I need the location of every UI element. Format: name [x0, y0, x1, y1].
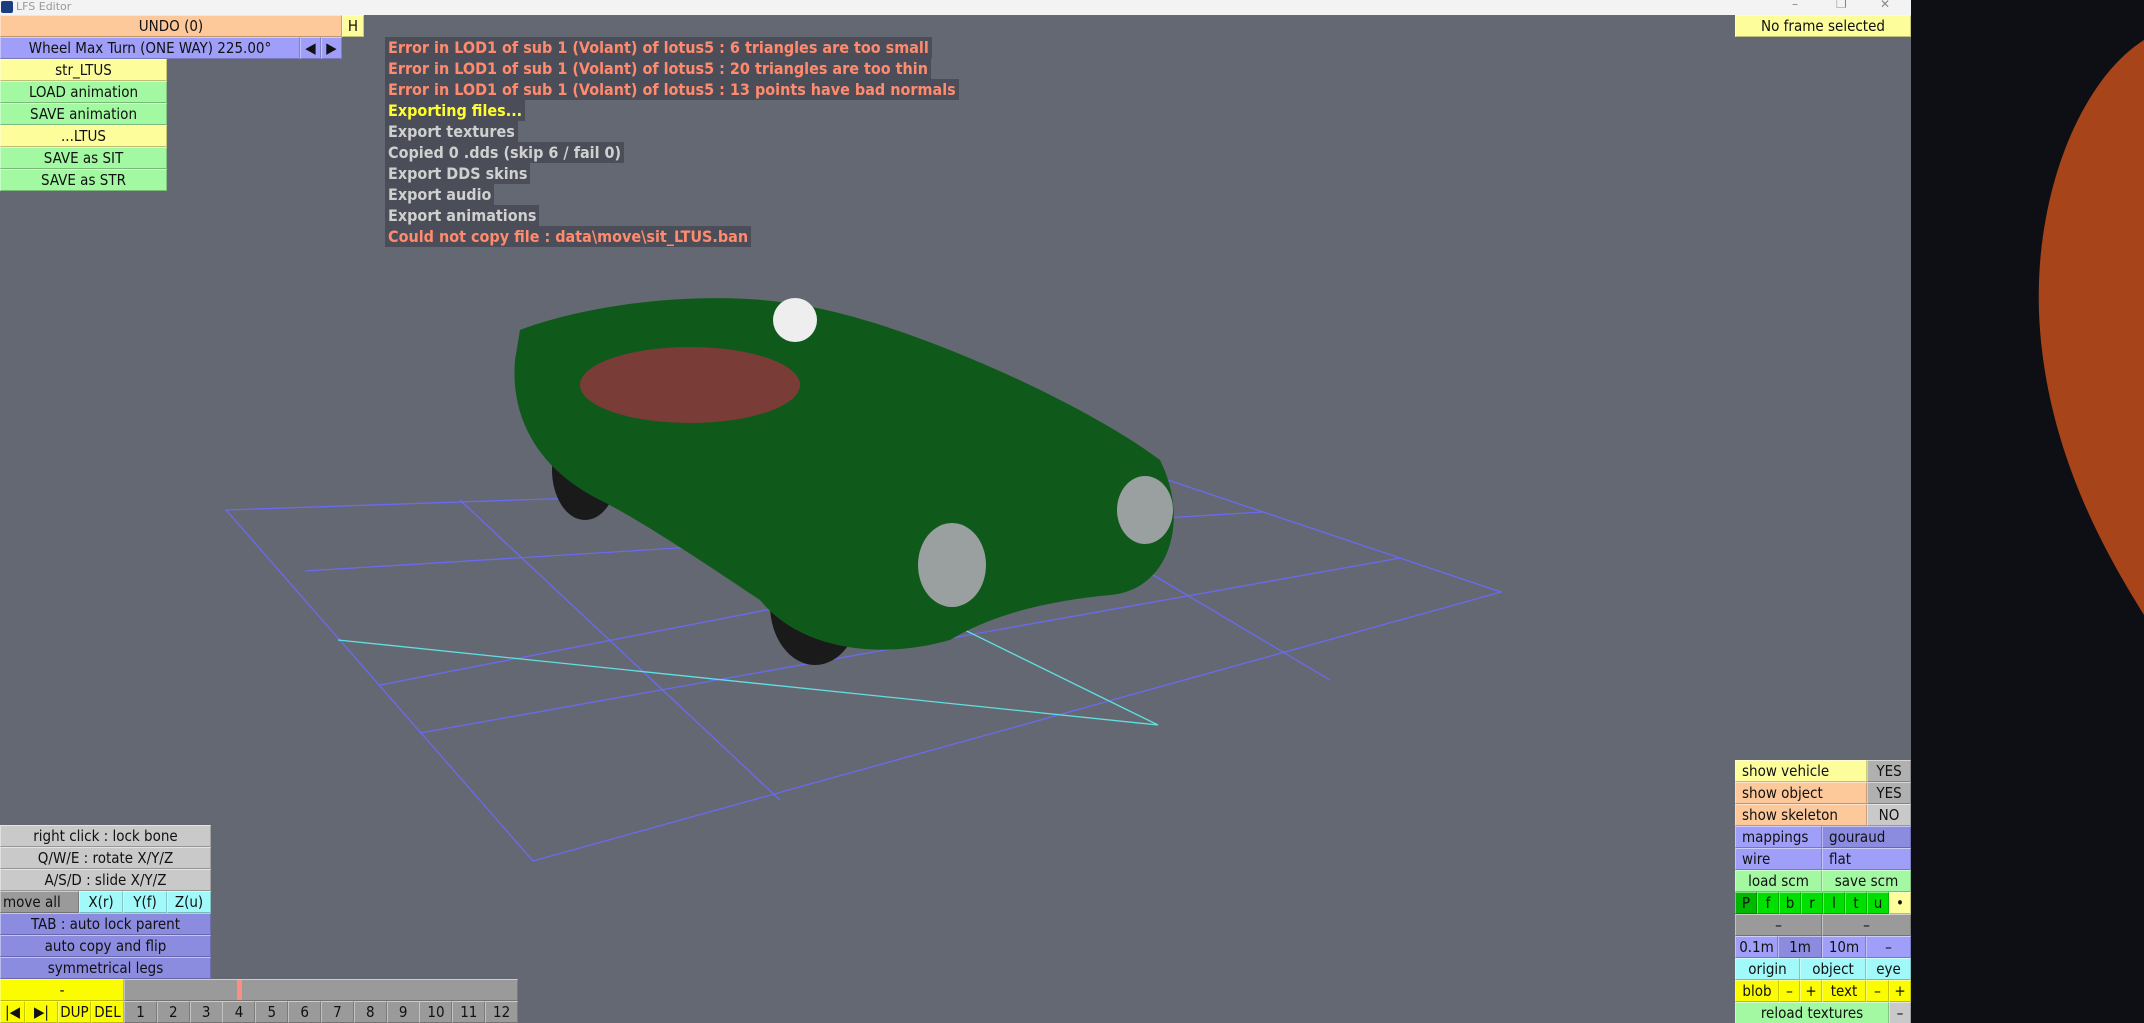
log-line: Error in LOD1 of sub 1 (Volant) of lotus… — [385, 37, 932, 58]
reload-minus-button[interactable]: – — [1889, 1002, 1911, 1023]
move-all-button[interactable]: move all — [0, 891, 79, 913]
reload-textures-button[interactable]: reload textures — [1735, 1002, 1889, 1023]
log-line: Copied 0 .dds (skip 6 / fail 0) — [385, 142, 625, 163]
hint-rotate: Q/W/E : rotate X/Y/Z — [0, 847, 211, 869]
hint-slide: A/S/D : slide X/Y/Z — [0, 869, 211, 891]
lfs-editor-window: LFS Editor – ❐ ✕ UNDO (0) H Wheel Max Tu… — [0, 0, 1911, 1023]
log-line: Export audio — [385, 184, 495, 205]
duplicate-frame-button[interactable]: DUP — [58, 1001, 91, 1023]
minus-button-right[interactable]: – — [1822, 914, 1911, 936]
frame-name-field[interactable]: - — [0, 979, 124, 1001]
axis-y-button[interactable]: Y(f) — [123, 891, 167, 913]
show-skeleton-toggle[interactable]: NO — [1867, 804, 1911, 826]
log-line: Export DDS skins — [385, 163, 531, 184]
view-right-button[interactable]: r — [1801, 892, 1823, 914]
flat-button[interactable]: flat — [1822, 848, 1911, 870]
origin-button[interactable]: origin — [1735, 958, 1800, 980]
show-object-toggle[interactable]: YES — [1867, 782, 1911, 804]
blob-minus-button[interactable]: – — [1779, 980, 1800, 1002]
str-file-button[interactable]: str_LTUS — [0, 59, 167, 81]
save-as-str-button[interactable]: SAVE as STR — [0, 169, 167, 191]
frame-3-button[interactable]: 3 — [189, 1001, 223, 1023]
frame-7-button[interactable]: 7 — [320, 1001, 354, 1023]
view-top-button[interactable]: t — [1845, 892, 1867, 914]
timeline-position-marker[interactable] — [236, 980, 242, 1000]
grid-0-1m-button[interactable]: 0.1m — [1735, 936, 1778, 958]
show-vehicle-label[interactable]: show vehicle — [1735, 760, 1867, 782]
frame-2-button[interactable]: 2 — [156, 1001, 190, 1023]
message-log: Error in LOD1 of sub 1 (Volant) of lotus… — [385, 37, 959, 247]
view-front-button[interactable]: f — [1757, 892, 1779, 914]
grid-1m-button[interactable]: 1m — [1778, 936, 1822, 958]
log-line: Export animations — [385, 205, 540, 226]
help-button[interactable]: H — [342, 15, 364, 37]
view-dot-button[interactable]: • — [1889, 892, 1911, 914]
timeline-slider[interactable] — [124, 979, 518, 1001]
blob-label: blob — [1735, 980, 1779, 1002]
frame-10-button[interactable]: 10 — [419, 1001, 453, 1023]
blob-plus-button[interactable]: + — [1800, 980, 1822, 1002]
eye-button[interactable]: eye — [1866, 958, 1911, 980]
frame-8-button[interactable]: 8 — [353, 1001, 387, 1023]
log-line: Error in LOD1 of sub 1 (Volant) of lotus… — [385, 79, 959, 100]
view-left-button[interactable]: l — [1823, 892, 1845, 914]
view-back-button[interactable]: b — [1779, 892, 1801, 914]
log-line: Error in LOD1 of sub 1 (Volant) of lotus… — [385, 58, 931, 79]
minus-button-left[interactable]: – — [1735, 914, 1822, 936]
auto-copy-flip-toggle[interactable]: auto copy and flip — [0, 935, 211, 957]
text-label: text — [1822, 980, 1866, 1002]
grid-off-button[interactable]: – — [1866, 936, 1911, 958]
log-line: Export textures — [385, 121, 518, 142]
first-frame-button[interactable]: |◀ — [0, 1001, 25, 1023]
desktop-orange-shape — [2038, 40, 2144, 615]
axis-z-button[interactable]: Z(u) — [167, 891, 211, 913]
text-minus-button[interactable]: – — [1866, 980, 1889, 1002]
hint-lock-bone: right click : lock bone — [0, 825, 211, 847]
load-scm-button[interactable]: load scm — [1735, 870, 1822, 892]
grid-10m-button[interactable]: 10m — [1822, 936, 1866, 958]
frame-5-button[interactable]: 5 — [255, 1001, 289, 1023]
car-model[interactable] — [514, 298, 1174, 665]
axis-x-button[interactable]: X(r) — [79, 891, 123, 913]
wheel-max-turn-field[interactable]: Wheel Max Turn (ONE WAY) 225.00° — [0, 37, 300, 59]
wire-button[interactable]: wire — [1735, 848, 1822, 870]
view-under-button[interactable]: u — [1867, 892, 1889, 914]
prev-arrow-button[interactable]: ◀ — [300, 37, 321, 59]
view-perspective-button[interactable]: P — [1735, 892, 1757, 914]
frame-11-button[interactable]: 11 — [452, 1001, 486, 1023]
last-frame-button[interactable]: ▶| — [25, 1001, 58, 1023]
log-line: Could not copy file : data\move\sit_LTUS… — [385, 226, 752, 247]
frame-4-button[interactable]: 4 — [222, 1001, 256, 1023]
frame-status: No frame selected — [1735, 15, 1911, 37]
show-vehicle-toggle[interactable]: YES — [1867, 760, 1911, 782]
save-as-sit-button[interactable]: SAVE as SIT — [0, 147, 167, 169]
frame-1-button[interactable]: 1 — [124, 1001, 157, 1023]
undo-button[interactable]: UNDO (0) — [0, 15, 342, 37]
axis-x — [337, 639, 1159, 726]
load-animation-button[interactable]: LOAD animation — [0, 81, 167, 103]
show-object-label[interactable]: show object — [1735, 782, 1867, 804]
show-skeleton-label[interactable]: show skeleton — [1735, 804, 1867, 826]
delete-frame-button[interactable]: DEL — [91, 1001, 124, 1023]
frame-12-button[interactable]: 12 — [485, 1001, 519, 1023]
ltus-file-button[interactable]: ...LTUS — [0, 125, 167, 147]
mappings-button[interactable]: mappings — [1735, 826, 1822, 848]
save-animation-button[interactable]: SAVE animation — [0, 103, 167, 125]
log-line: Exporting files... — [385, 100, 526, 121]
object-button[interactable]: object — [1800, 958, 1866, 980]
save-scm-button[interactable]: save scm — [1822, 870, 1911, 892]
frame-6-button[interactable]: 6 — [288, 1001, 322, 1023]
next-arrow-button[interactable]: ▶ — [321, 37, 342, 59]
frame-9-button[interactable]: 9 — [386, 1001, 420, 1023]
symmetrical-legs-toggle[interactable]: symmetrical legs — [0, 957, 211, 979]
gouraud-button[interactable]: gouraud — [1822, 826, 1911, 848]
auto-lock-parent-toggle[interactable]: TAB : auto lock parent — [0, 913, 211, 935]
text-plus-button[interactable]: + — [1889, 980, 1911, 1002]
